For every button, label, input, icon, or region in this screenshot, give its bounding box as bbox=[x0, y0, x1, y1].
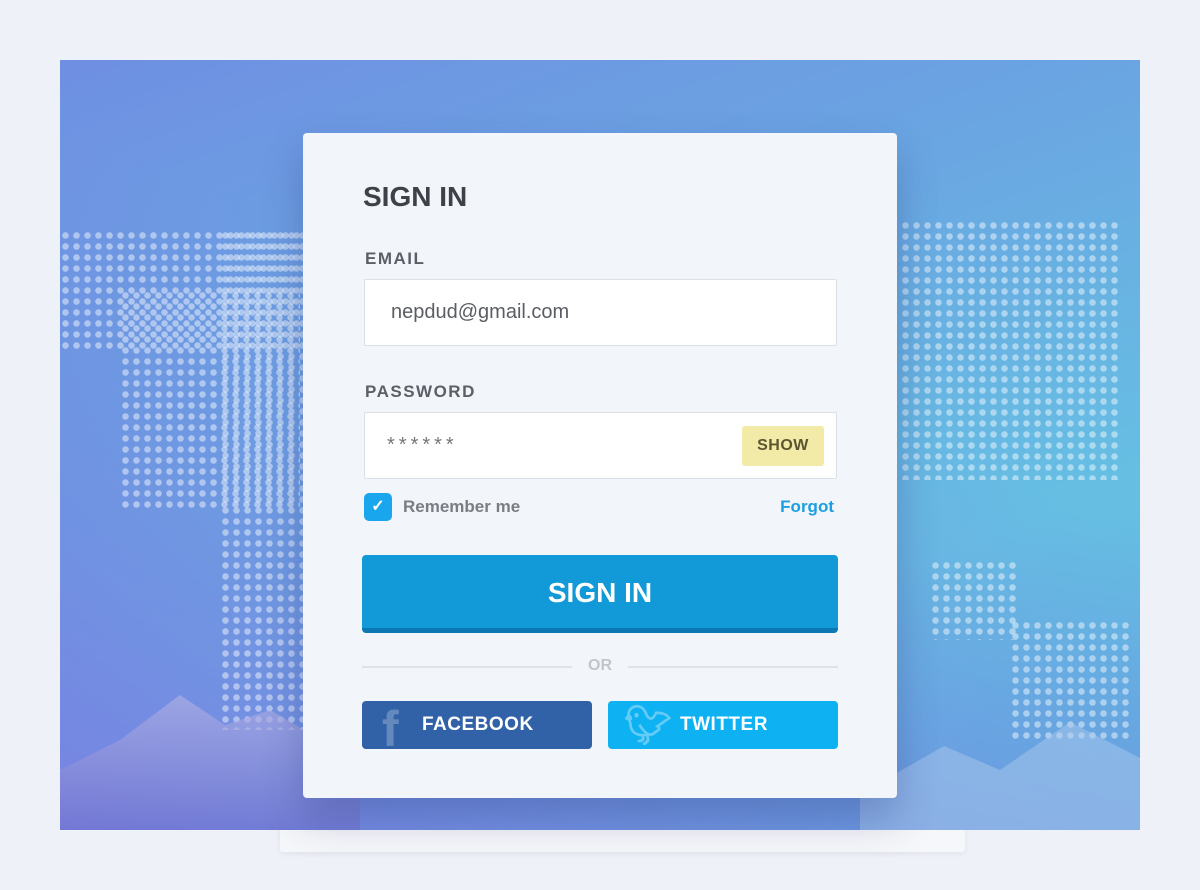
map-dots bbox=[220, 230, 310, 730]
check-icon: ✓ bbox=[371, 498, 385, 515]
divider bbox=[628, 666, 838, 668]
or-label: OR bbox=[588, 657, 612, 674]
signin-card: SIGN IN EMAIL nepdud@gmail.com PASSWORD … bbox=[303, 133, 897, 798]
password-label: PASSWORD bbox=[365, 382, 476, 401]
twitter-button[interactable]: 🐦︎ TWITTER bbox=[608, 701, 838, 749]
divider bbox=[362, 666, 572, 668]
signin-button[interactable]: SIGN IN bbox=[362, 555, 838, 633]
facebook-label: FACEBOOK bbox=[422, 714, 534, 735]
page-title: SIGN IN bbox=[363, 181, 468, 212]
map-dots bbox=[930, 560, 1020, 640]
email-label: EMAIL bbox=[365, 249, 426, 268]
map-dots bbox=[900, 220, 1120, 480]
remember-checkbox[interactable]: ✓ bbox=[364, 493, 392, 521]
twitter-label: TWITTER bbox=[680, 714, 768, 735]
facebook-icon: f bbox=[382, 701, 400, 749]
twitter-bird-icon: 🐦︎ bbox=[624, 705, 673, 747]
remember-label[interactable]: Remember me bbox=[403, 497, 520, 517]
facebook-button[interactable]: f FACEBOOK bbox=[362, 701, 592, 749]
show-password-button[interactable]: SHOW bbox=[742, 426, 824, 466]
forgot-link[interactable]: Forgot bbox=[780, 497, 834, 517]
email-field[interactable]: nepdud@gmail.com bbox=[364, 279, 837, 346]
password-field[interactable]: ****** SHOW bbox=[364, 412, 837, 479]
password-value: ****** bbox=[387, 434, 458, 456]
